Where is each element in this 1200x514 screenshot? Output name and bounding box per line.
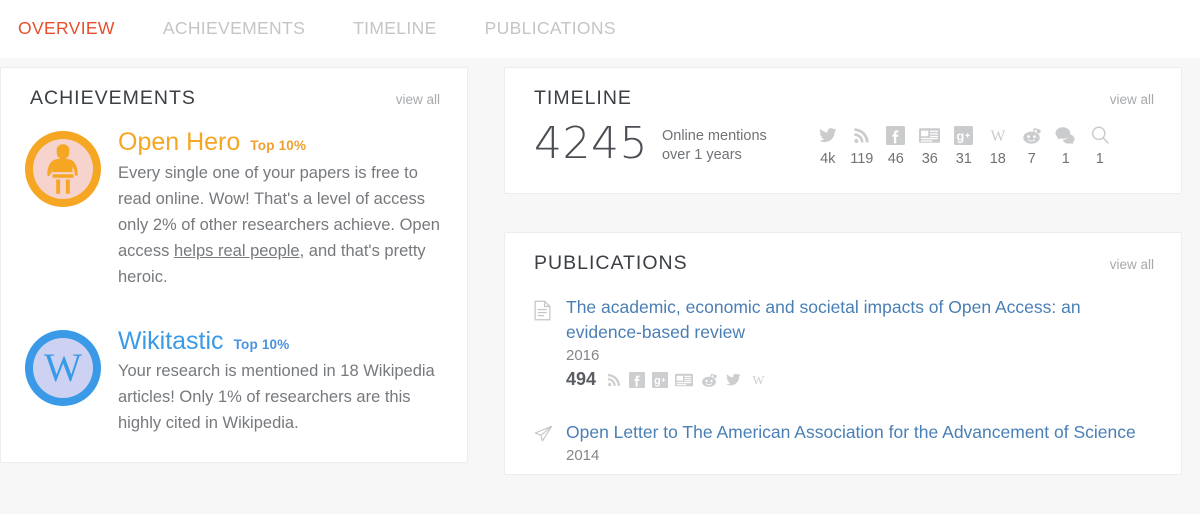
news-icon[interactable]	[675, 373, 694, 387]
wikipedia-icon: W	[33, 337, 93, 398]
achievement-text-wikitastic: Wikitastic Top 10% Your research is ment…	[118, 326, 443, 437]
publication-title-link[interactable]: The academic, economic and societal impa…	[566, 295, 1154, 345]
timeline-label-line2: over 1 years	[661, 147, 742, 163]
achievement-text-open-hero: Open Hero Top 10% Every single one of yo…	[118, 127, 443, 290]
left-column: ACHIEVEMENTS view all Open Hero Top 10% …	[0, 67, 468, 463]
superhero-icon	[33, 139, 93, 199]
search-icon	[1083, 123, 1117, 147]
content-columns: ACHIEVEMENTS view all Open Hero Top 10% …	[0, 58, 1200, 475]
svg-text:W: W	[753, 373, 765, 387]
twitter-icon[interactable]	[725, 372, 742, 387]
publication-mention-count: 494	[566, 369, 597, 389]
achievement-title: Wikitastic	[118, 326, 224, 355]
timeline-stat-twitter[interactable]: 4k	[811, 123, 845, 167]
comment-icon	[1049, 123, 1083, 147]
achievement-item-open-hero[interactable]: Open Hero Top 10% Every single one of yo…	[25, 127, 443, 290]
timeline-stat-reddit[interactable]: 7	[1015, 123, 1049, 167]
timeline-header: TIMELINE view all	[505, 68, 1181, 114]
reddit-icon	[1015, 123, 1049, 147]
publication-main: The academic, economic and societal impa…	[566, 295, 1154, 390]
timeline-stat-search[interactable]: 1	[1083, 123, 1117, 167]
timeline-stat-count: 1	[1061, 151, 1070, 167]
document-icon	[534, 295, 554, 390]
timeline-source-stats: 4k 119 46 36 g 31 W 18 7 1 1	[811, 122, 1117, 167]
achievement-description-link[interactable]: helps real people	[174, 242, 300, 260]
publication-title-link[interactable]: Open Letter to The American Association …	[566, 420, 1154, 445]
timeline-stat-wikipedia[interactable]: W 18	[981, 123, 1015, 168]
googleplus-icon[interactable]: g	[652, 371, 669, 388]
publication-metrics: 494 g W	[566, 369, 1154, 390]
timeline-stat-count: 7	[1027, 151, 1036, 167]
timeline-stat-count: 119	[850, 151, 874, 167]
tab-timeline[interactable]: TIMELINE	[353, 20, 463, 38]
timeline-stat-comments[interactable]: 1	[1049, 123, 1083, 167]
achievements-list: Open Hero Top 10% Every single one of yo…	[1, 114, 467, 462]
svg-text:W: W	[44, 347, 82, 389]
timeline-total-mentions: 4245	[534, 118, 648, 169]
timeline-stat-count: 18	[989, 151, 1006, 167]
timeline-card: TIMELINE view all 4245 Online mentions o…	[504, 67, 1182, 194]
publications-title: PUBLICATIONS	[534, 252, 688, 274]
achievements-header: ACHIEVEMENTS view all	[1, 68, 467, 114]
rss-icon[interactable]	[606, 372, 622, 388]
timeline-view-all-link[interactable]: view all	[1110, 92, 1154, 107]
svg-text:W: W	[990, 128, 1005, 145]
publication-main: Open Letter to The American Association …	[566, 420, 1154, 464]
tab-overview[interactable]: OVERVIEW	[18, 20, 141, 38]
timeline-summary-label: Online mentions over 1 years	[662, 122, 767, 165]
timeline-stat-facebook[interactable]: 46	[879, 123, 913, 167]
googleplus-icon: g	[947, 123, 981, 147]
timeline-title: TIMELINE	[534, 87, 632, 109]
publications-card: PUBLICATIONS view all The academic, econ…	[504, 232, 1182, 475]
publications-header: PUBLICATIONS view all	[505, 233, 1181, 279]
achievement-badge-open-hero	[25, 131, 101, 207]
timeline-stat-count: 1	[1095, 151, 1104, 167]
tab-publications[interactable]: PUBLICATIONS	[485, 20, 642, 38]
rss-icon	[845, 123, 879, 147]
tab-achievements[interactable]: ACHIEVEMENTS	[163, 20, 331, 38]
achievement-title-line: Open Hero Top 10%	[118, 128, 443, 157]
main-navigation: OVERVIEW ACHIEVEMENTS TIMELINE PUBLICATI…	[0, 0, 1200, 58]
timeline-stat-count: 4k	[820, 151, 836, 167]
achievement-badge-wikitastic: W	[25, 329, 101, 406]
right-column: TIMELINE view all 4245 Online mentions o…	[504, 67, 1182, 475]
timeline-summary: 4245 Online mentions over 1 years 4k 119…	[505, 114, 1181, 193]
achievement-rank-badge: Top 10%	[233, 336, 290, 352]
svg-text:g: g	[957, 129, 965, 143]
achievement-title: Open Hero	[118, 128, 241, 156]
timeline-stat-count: 46	[887, 151, 904, 167]
timeline-label-line1: Online mentions	[661, 128, 767, 144]
timeline-stat-count: 31	[955, 151, 972, 167]
facebook-icon[interactable]	[629, 371, 646, 388]
reddit-icon[interactable]	[700, 372, 718, 388]
achievement-rank-badge: Top 10%	[250, 138, 307, 153]
news-icon	[913, 123, 947, 147]
timeline-stat-news[interactable]: 36	[913, 123, 947, 167]
achievement-item-wikitastic[interactable]: W Wikitastic Top 10% Your research is me…	[25, 326, 443, 437]
publication-item[interactable]: The academic, economic and societal impa…	[534, 295, 1154, 390]
achievements-title: ACHIEVEMENTS	[30, 87, 196, 109]
timeline-stat-rss[interactable]: 119	[845, 123, 879, 167]
publications-list: The academic, economic and societal impa…	[505, 279, 1181, 474]
achievement-title-line: Wikitastic Top 10%	[118, 326, 443, 356]
wikipedia-icon[interactable]: W	[749, 372, 768, 388]
twitter-icon	[811, 123, 845, 147]
publications-view-all-link[interactable]: view all	[1110, 257, 1154, 272]
achievement-description: Your research is mentioned in 18 Wikiped…	[118, 362, 435, 432]
publication-item[interactable]: Open Letter to The American Association …	[534, 420, 1154, 464]
timeline-stat-count: 36	[921, 151, 938, 167]
facebook-icon	[879, 123, 913, 147]
publication-year: 2014	[566, 447, 600, 464]
timeline-stat-googleplus[interactable]: g 31	[947, 123, 981, 167]
svg-text:g: g	[654, 375, 661, 387]
wikipedia-icon: W	[981, 123, 1015, 147]
paper-plane-icon	[534, 420, 554, 464]
achievements-card: ACHIEVEMENTS view all Open Hero Top 10% …	[0, 67, 468, 463]
achievement-description: Every single one of your papers is free …	[118, 160, 443, 290]
achievements-view-all-link[interactable]: view all	[396, 92, 440, 107]
publication-year: 2016	[566, 347, 600, 364]
